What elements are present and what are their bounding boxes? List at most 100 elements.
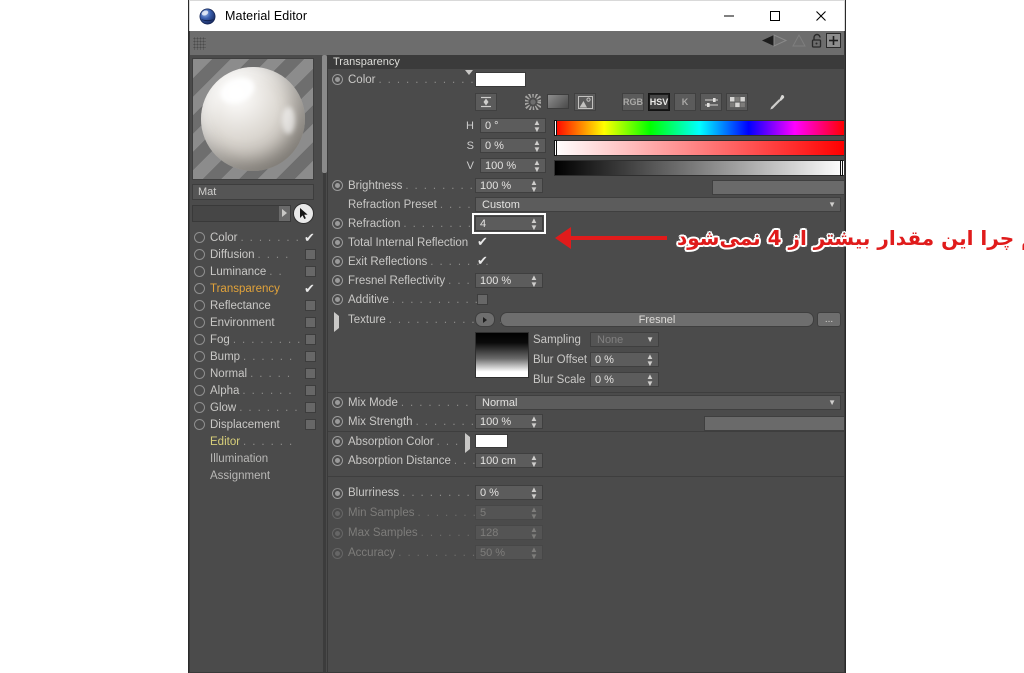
color-wheel-icon[interactable]	[522, 93, 544, 111]
channel-radio-icon[interactable]	[194, 232, 205, 243]
radio-fresnel-reflectivity-icon[interactable]	[332, 275, 343, 286]
absorption-color-swatch[interactable]	[475, 434, 508, 448]
additive-checkbox[interactable]	[477, 294, 488, 305]
hsv-value-field-v[interactable]: 100 % ▲ ▼	[480, 158, 546, 173]
channel-radio-icon[interactable]	[194, 385, 205, 396]
material-preview[interactable]	[192, 58, 314, 180]
channel-radio-icon[interactable]	[194, 368, 205, 379]
camera-forward-icon[interactable]	[790, 33, 808, 53]
channel-checkbox[interactable]	[305, 249, 316, 260]
hsv-gradient-slider-h[interactable]	[554, 120, 844, 136]
channel-item-glow[interactable]: Glow. . . . . . .	[190, 399, 322, 416]
channel-item-bump[interactable]: Bump. . . . . .	[190, 348, 322, 365]
close-button[interactable]	[798, 1, 844, 31]
channel-item-reflectance[interactable]: Reflectance	[190, 297, 322, 314]
channel-checkbox[interactable]	[305, 300, 316, 311]
texture-arrow-button[interactable]	[475, 312, 495, 327]
absorption-distance-field[interactable]: 100 cm ▲ ▼	[475, 453, 543, 468]
channel-checkbox-checked[interactable]: ✔	[304, 231, 317, 244]
spinner-icon[interactable]: ▲ ▼	[528, 453, 542, 468]
sliders-icon[interactable]	[700, 93, 722, 111]
channel-item-fog[interactable]: Fog. . . . . . . .	[190, 331, 322, 348]
plus-icon[interactable]	[826, 33, 841, 53]
mix-strength-field[interactable]: 100 % ▲ ▼	[475, 414, 543, 429]
channel-checkbox[interactable]	[305, 266, 316, 277]
minimize-button[interactable]	[706, 1, 752, 31]
channel-radio-icon[interactable]	[194, 334, 205, 345]
radio-brightness-icon[interactable]	[332, 180, 343, 191]
color-range-icon[interactable]	[475, 93, 497, 111]
radio-mix-mode-icon[interactable]	[332, 397, 343, 408]
channel-item-alpha[interactable]: Alpha. . . . . .	[190, 382, 322, 399]
fresnel-reflectivity-field[interactable]: 100 % ▲ ▼	[475, 273, 543, 288]
slider-knob[interactable]	[554, 140, 557, 156]
texture-expander-icon[interactable]	[334, 312, 339, 332]
absorption-expander-icon[interactable]	[465, 433, 470, 453]
spinner-icon[interactable]: ▲ ▼	[644, 352, 658, 367]
channel-item-diffusion[interactable]: Diffusion. . . .	[190, 246, 322, 263]
k-mode-button[interactable]: K	[674, 93, 696, 111]
eyedropper-icon[interactable]	[768, 93, 786, 116]
radio-color-icon[interactable]	[332, 74, 343, 85]
radio-absorption-distance-icon[interactable]	[332, 455, 343, 466]
refraction-preset-dropdown[interactable]: Custom ▼	[475, 197, 841, 212]
refraction-field[interactable]: 4 ▲ ▼	[475, 216, 543, 231]
sub-item-assignment[interactable]: Assignment	[190, 467, 322, 484]
channel-radio-icon[interactable]	[194, 419, 205, 430]
sub-item-editor[interactable]: Editor. . . . . .	[190, 433, 322, 450]
channel-item-luminance[interactable]: Luminance. .	[190, 263, 322, 280]
spinner-icon[interactable]: ▲ ▼	[531, 158, 545, 173]
spinner-icon[interactable]: ▲ ▼	[528, 485, 542, 500]
sub-item-illumination[interactable]: Illumination	[190, 450, 322, 467]
channel-radio-icon[interactable]	[194, 402, 205, 413]
rgb-mode-button[interactable]: RGB	[622, 93, 644, 111]
radio-refraction-icon[interactable]	[332, 218, 343, 229]
blurriness-field[interactable]: 0 % ▲ ▼	[475, 485, 543, 500]
hsv-value-field-h[interactable]: 0 ° ▲ ▼	[480, 118, 546, 133]
drag-grip[interactable]	[193, 36, 206, 50]
expand-arrow-button[interactable]	[279, 205, 290, 221]
channel-radio-icon[interactable]	[194, 249, 205, 260]
channel-checkbox[interactable]	[305, 419, 316, 430]
hsv-gradient-slider-v[interactable]	[554, 160, 844, 176]
channel-radio-icon[interactable]	[194, 317, 205, 328]
exit-reflections-checkbox[interactable]: ✔	[477, 254, 490, 267]
lock-open-icon[interactable]	[810, 33, 824, 54]
material-link-field[interactable]	[192, 204, 291, 222]
channel-checkbox[interactable]	[305, 402, 316, 413]
texture-thumbnail[interactable]	[475, 332, 529, 378]
channel-item-environment[interactable]: Environment	[190, 314, 322, 331]
image-picker-icon[interactable]	[574, 93, 596, 111]
channel-item-displacement[interactable]: Displacement	[190, 416, 322, 433]
radio-blurriness-icon[interactable]	[332, 487, 343, 499]
mix-strength-slider[interactable]	[703, 416, 844, 431]
radio-total-internal-reflection-icon[interactable]	[332, 237, 343, 248]
channel-checkbox[interactable]	[305, 368, 316, 379]
channel-radio-icon[interactable]	[194, 266, 205, 277]
spinner-icon[interactable]: ▲ ▼	[531, 138, 545, 153]
spinner-icon[interactable]: ▲ ▼	[528, 216, 542, 231]
channel-radio-icon[interactable]	[194, 283, 205, 294]
channel-item-color[interactable]: Color. . . . . . . ✔	[190, 229, 322, 246]
blur-scale-field[interactable]: 0 % ▲ ▼	[590, 372, 659, 387]
color-swatch[interactable]	[475, 72, 526, 87]
hsv-value-field-s[interactable]: 0 % ▲ ▼	[480, 138, 546, 153]
spinner-icon[interactable]: ▲ ▼	[531, 118, 545, 133]
blur-offset-field[interactable]: 0 % ▲ ▼	[590, 352, 659, 367]
radio-additive-icon[interactable]	[332, 294, 343, 305]
slider-knob[interactable]	[840, 160, 843, 176]
hsv-mode-button[interactable]: HSV	[648, 93, 670, 111]
radio-exit-reflections-icon[interactable]	[332, 256, 343, 267]
texture-shader-name[interactable]: Fresnel	[500, 312, 814, 327]
channel-checkbox[interactable]	[305, 385, 316, 396]
maximize-button[interactable]	[752, 1, 798, 31]
brightness-slider[interactable]	[711, 180, 844, 195]
channel-item-transparency[interactable]: Transparency ✔	[190, 280, 322, 297]
sampling-dropdown[interactable]: None ▼	[590, 332, 659, 347]
radio-absorption-color-icon[interactable]	[332, 436, 343, 447]
spinner-icon[interactable]: ▲ ▼	[528, 178, 542, 193]
swatches-icon[interactable]	[726, 93, 748, 111]
channel-checkbox-checked[interactable]: ✔	[304, 282, 317, 295]
texture-more-button[interactable]: ...	[817, 312, 841, 327]
channel-checkbox[interactable]	[305, 317, 316, 328]
